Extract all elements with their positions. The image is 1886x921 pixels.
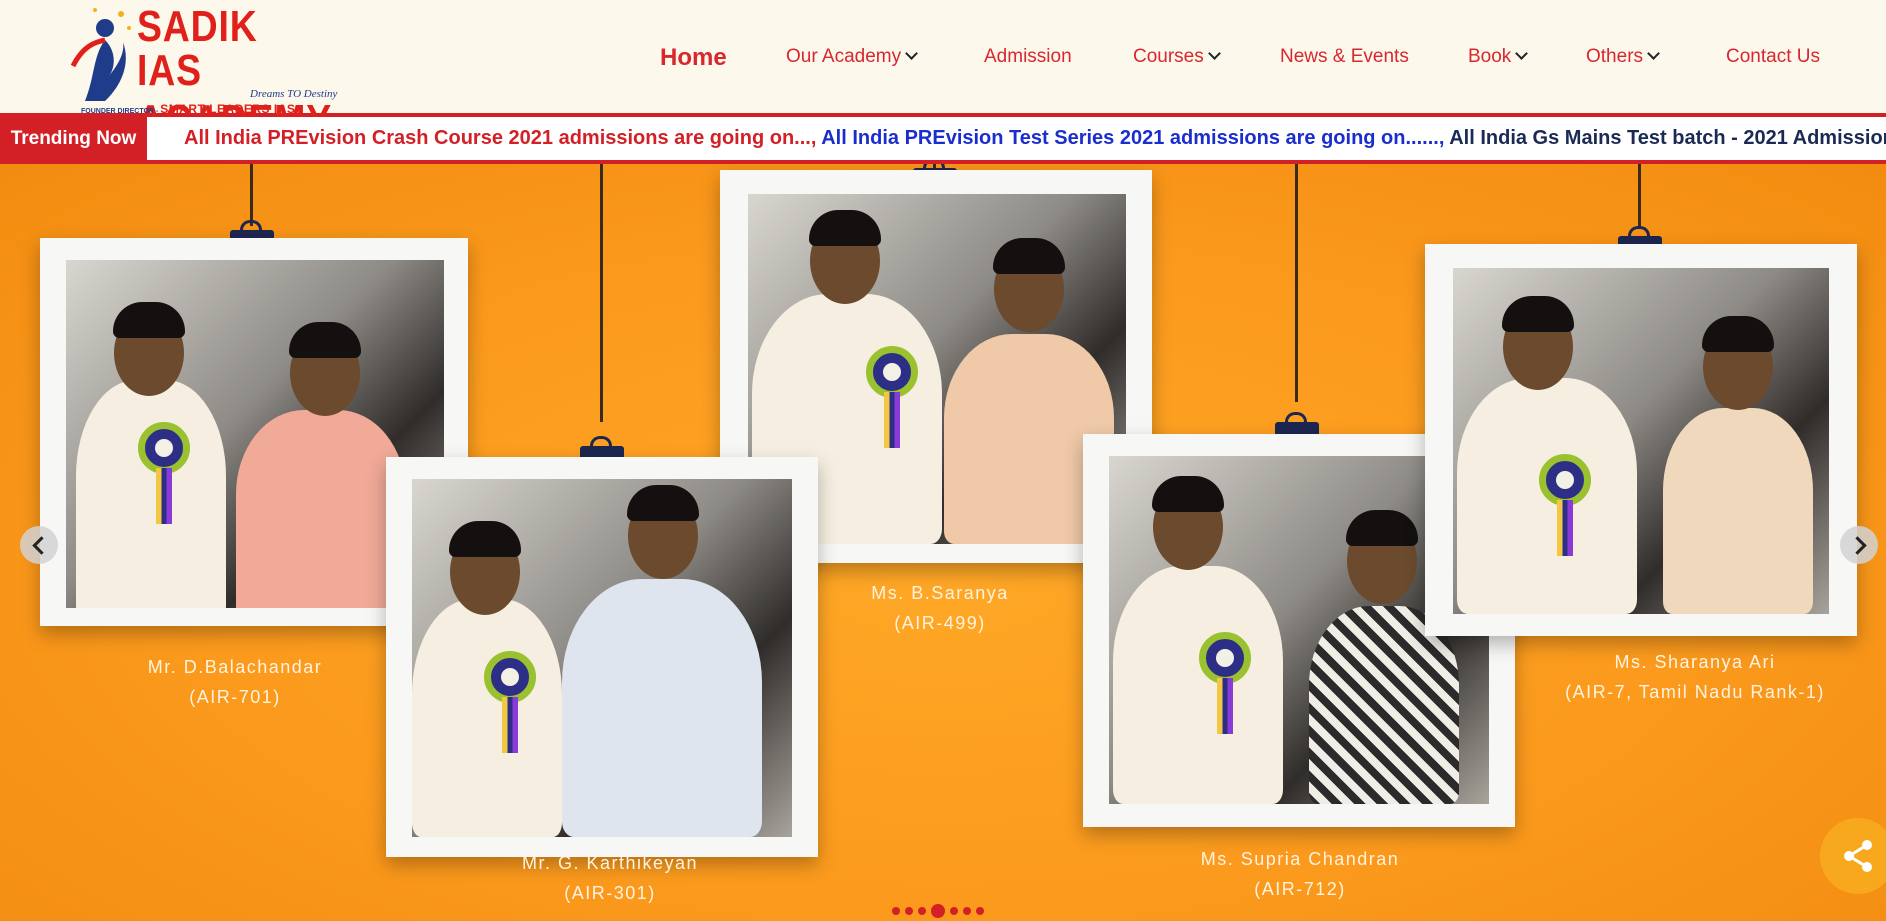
nav-admission[interactable]: Admission xyxy=(984,46,1072,68)
chevron-down-icon xyxy=(1207,47,1221,60)
rosette-badge-icon xyxy=(138,422,190,474)
ticker-item-test-series[interactable]: All India PREvision Test Series 2021 adm… xyxy=(821,127,1444,149)
share-button[interactable] xyxy=(1820,818,1886,894)
photo-karthikeyan xyxy=(412,479,792,837)
caption-sharanya: Ms. Sharanya Ari (AIR-7, Tamil Nadu Rank… xyxy=(1530,647,1860,707)
ticker-item-crash-course[interactable]: All India PREvision Crash Course 2021 ad… xyxy=(184,127,816,149)
person-figure xyxy=(1663,408,1813,614)
caption-saranya: Ms. B.Saranya (AIR-499) xyxy=(820,578,1060,638)
slider-dot[interactable] xyxy=(918,906,926,915)
caption-rank: (AIR-7, Tamil Nadu Rank-1) xyxy=(1565,682,1825,702)
slider-dot-active[interactable] xyxy=(931,903,945,918)
nav-admission-label: Admission xyxy=(984,46,1072,67)
slider-dot[interactable] xyxy=(892,906,900,915)
slider-dot[interactable] xyxy=(963,906,971,915)
rosette-badge-icon xyxy=(1199,632,1251,684)
ribbon-icon xyxy=(156,468,172,524)
caption-supria: Ms. Supria Chandran (AIR-712) xyxy=(1170,844,1430,904)
slider-dot[interactable] xyxy=(976,906,984,915)
site-header: SADIK IAS ACADEMY Dreams TO Destiny FOUN… xyxy=(0,0,1886,145)
person-hair xyxy=(113,302,185,338)
ticker-item-mains-test[interactable]: All India Gs Mains Test batch - 2021 Adm… xyxy=(1449,127,1886,149)
caption-name: Ms. Sharanya Ari xyxy=(1614,652,1776,672)
slider-pagination xyxy=(892,902,989,918)
nav-others[interactable]: Others xyxy=(1586,46,1660,68)
person-figure xyxy=(236,410,406,608)
caption-rank: (AIR-499) xyxy=(894,613,986,633)
person-hair xyxy=(449,521,521,557)
chevron-down-icon xyxy=(905,47,918,60)
person-hair xyxy=(993,238,1065,274)
nav-news-events-label: News & Events xyxy=(1280,46,1409,67)
nav-our-academy[interactable]: Our Academy xyxy=(786,46,918,68)
rosette-badge-icon xyxy=(866,346,918,398)
nav-news-events[interactable]: News & Events xyxy=(1280,46,1409,68)
photo-sharanya xyxy=(1453,268,1829,614)
caption-rank: (AIR-712) xyxy=(1254,879,1346,899)
ribbon-icon xyxy=(1217,678,1233,734)
hanging-string xyxy=(1638,164,1641,228)
hanging-string xyxy=(1295,164,1298,402)
nav-book[interactable]: Book xyxy=(1468,46,1529,68)
slider-prev-button[interactable] xyxy=(20,526,58,564)
hanging-string xyxy=(250,164,253,226)
person-hair xyxy=(1502,296,1574,332)
nav-courses[interactable]: Courses xyxy=(1133,46,1221,68)
chevron-down-icon xyxy=(1515,47,1529,60)
person-figure xyxy=(76,380,226,608)
person-hair xyxy=(1152,476,1224,512)
person-hair xyxy=(1346,510,1418,546)
ribbon-icon xyxy=(884,392,900,448)
nav-home-label: Home xyxy=(660,44,727,71)
caption-name: Mr. D.Balachandar xyxy=(147,657,323,677)
trending-label: Trending Now xyxy=(0,117,147,160)
person-figure xyxy=(412,599,562,837)
rosette-badge-icon xyxy=(484,651,536,703)
person-hair xyxy=(627,485,699,521)
rosette-badge-icon xyxy=(1539,454,1591,506)
nav-contact-us[interactable]: Contact Us xyxy=(1726,46,1820,68)
chevron-down-icon xyxy=(1647,47,1660,60)
hanging-string xyxy=(600,164,603,422)
main-nav: Home Our Academy Admission Courses News … xyxy=(0,0,1886,117)
ribbon-icon xyxy=(502,697,518,753)
nav-contact-us-label: Contact Us xyxy=(1726,46,1820,67)
caption-karthikeyan: Mr. G. Karthikeyan (AIR-301) xyxy=(490,848,730,908)
slider-dot[interactable] xyxy=(950,906,958,915)
person-figure xyxy=(1113,566,1283,804)
nav-courses-label: Courses xyxy=(1133,46,1204,67)
hero-slider: Mr. D.Balachandar (AIR-701) Ms. B.Sarany… xyxy=(0,164,1886,921)
nav-book-label: Book xyxy=(1468,46,1512,67)
caption-balachandar: Mr. D.Balachandar (AIR-701) xyxy=(120,652,350,712)
caption-name: Ms. B.Saranya xyxy=(871,583,1009,603)
slider-next-button[interactable] xyxy=(1840,526,1878,564)
caption-rank: (AIR-301) xyxy=(564,883,656,903)
nav-home[interactable]: Home xyxy=(660,44,727,72)
share-icon xyxy=(1844,840,1872,872)
caption-name: Mr. G. Karthikeyan xyxy=(521,853,699,873)
nav-our-academy-label: Our Academy xyxy=(786,46,902,67)
caption-rank: (AIR-701) xyxy=(189,687,281,707)
ribbon-icon xyxy=(1557,500,1573,556)
person-hair xyxy=(1702,316,1774,352)
slider-dot[interactable] xyxy=(905,906,913,915)
photo-frame-karthikeyan xyxy=(386,457,818,857)
trending-bar: Trending Now All India PREvision Crash C… xyxy=(0,117,1886,164)
person-hair xyxy=(809,210,881,246)
photo-frame-sharanya xyxy=(1425,244,1857,636)
caption-name: Ms. Supria Chandran xyxy=(1200,849,1400,869)
person-hair xyxy=(289,322,361,358)
person-figure xyxy=(562,579,762,837)
news-ticker: All India PREvision Crash Course 2021 ad… xyxy=(184,117,1886,160)
nav-others-label: Others xyxy=(1586,46,1644,67)
